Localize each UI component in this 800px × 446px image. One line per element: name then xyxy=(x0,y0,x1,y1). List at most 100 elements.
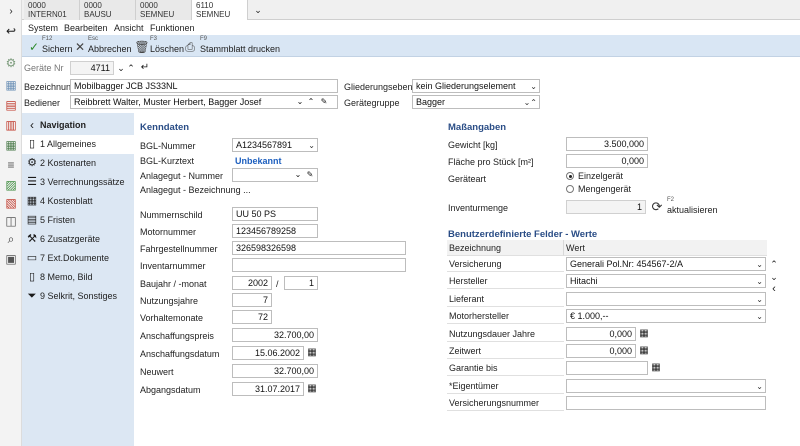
calculator-icon[interactable]: ▦ xyxy=(638,328,650,340)
chevron-right-icon[interactable]: › xyxy=(5,6,17,18)
list-icon[interactable]: ≡ xyxy=(4,158,18,172)
custom-field-value[interactable]: ⌄ xyxy=(566,379,766,393)
vorhaltemonate-field[interactable]: 72 xyxy=(232,310,272,324)
nav-item-verrechnungssaetze[interactable]: ☰ 3 Verrechnungssätze xyxy=(22,173,134,192)
return-icon[interactable]: ↵ xyxy=(139,62,151,74)
chevron-down-icon[interactable]: ⌄ xyxy=(116,62,126,74)
nav-item-kostenblatt[interactable]: ▦ 4 Kostenblatt xyxy=(22,192,134,211)
chevron-up-icon[interactable]: ⌃ xyxy=(768,258,780,270)
kenndaten-title: Kenndaten xyxy=(140,122,190,133)
back-arrow-icon[interactable]: ↩ xyxy=(4,24,18,38)
mengengeraet-radio[interactable] xyxy=(566,185,574,193)
chevron-up-icon[interactable]: ⌃ xyxy=(306,97,316,107)
einzelgeraet-radio[interactable] xyxy=(566,172,574,180)
custom-field-name: Versicherungsnummer xyxy=(447,395,564,411)
custom-field-value[interactable]: ⌄ xyxy=(566,292,766,306)
close-icon: ✕ xyxy=(74,40,86,54)
tab-semneu-6110[interactable]: 6110 SEMNEU xyxy=(192,0,248,20)
custom-field-name: Motorhersteller xyxy=(447,308,564,324)
column-header-bezeichnung[interactable]: Bezeichnung xyxy=(447,240,564,256)
network-icon[interactable]: ⚙ xyxy=(4,56,18,70)
delete-button[interactable]: 🗑 F3 Löschen xyxy=(134,36,184,56)
anlagegut-nummer-select[interactable]: ⌄ ✎ xyxy=(232,168,318,182)
pencil-icon: ✎ xyxy=(306,170,314,179)
abgangsdatum-field[interactable]: 31.07.2017 xyxy=(232,382,304,396)
tab-intern01[interactable]: 0000 INTERN01 xyxy=(24,0,80,20)
custom-field-value[interactable]: 0,000 xyxy=(566,344,636,358)
baujahr-field[interactable]: 2002 xyxy=(232,276,272,290)
gewicht-field[interactable]: 3.500,000 xyxy=(566,137,648,151)
geraetegruppe-select[interactable]: Bagger ⌄⌃ xyxy=(412,95,540,109)
nav-header[interactable]: ‹ Navigation xyxy=(22,116,134,135)
chevron-down-icon[interactable]: ⌄ xyxy=(768,271,780,283)
baumonat-field[interactable]: 1 xyxy=(284,276,318,290)
layers-icon[interactable]: ◫ xyxy=(4,214,18,228)
menu-system[interactable]: System xyxy=(28,23,58,33)
chart-red2-icon[interactable]: ▧ xyxy=(4,196,18,210)
custom-field-value[interactable] xyxy=(566,361,648,375)
menu-bearbeiten[interactable]: Bearbeiten xyxy=(64,23,108,33)
anschaffungspreis-field[interactable]: 32.700,00 xyxy=(232,328,318,342)
save-button[interactable]: ✓ F12 Sichern xyxy=(26,36,74,56)
nav-item-zusatzgeraete[interactable]: ⚒ 6 Zusatzgeräte xyxy=(22,230,134,249)
table-icon[interactable]: ▦ xyxy=(4,138,18,152)
chevron-up-icon[interactable]: ⌃ xyxy=(126,62,136,74)
refresh-button[interactable]: ⟳ F2 aktualisieren xyxy=(650,197,720,217)
print-icon[interactable]: ▣ xyxy=(4,252,18,266)
nav-item-fristen[interactable]: ▤ 5 Fristen xyxy=(22,211,134,230)
nav-item-memo-bild[interactable]: ▯ 8 Memo, Bild xyxy=(22,268,134,287)
bediener-field[interactable]: Reibbrett Walter, Muster Herbert, Bagger… xyxy=(70,95,338,109)
flaeche-field[interactable]: 0,000 xyxy=(566,154,648,168)
pencil-icon[interactable]: ✎ xyxy=(319,97,329,107)
nav-item-ext-dokumente[interactable]: ▭ 7 Ext.Dokumente xyxy=(22,249,134,268)
memo-icon: ▯ xyxy=(28,270,36,283)
baujahr-separator: / xyxy=(276,279,279,289)
custom-field-value[interactable]: Generali Pol.Nr: 454567-2/A ⌄ xyxy=(566,257,766,271)
gliederungsebene-select[interactable]: kein Gliederungselement ⌄ xyxy=(412,79,540,93)
geraeteart-label: Geräteart xyxy=(448,174,487,184)
menu-funktionen[interactable]: Funktionen xyxy=(150,23,195,33)
motornummer-field[interactable]: 123456789258 xyxy=(232,224,318,238)
bediener-label: Bediener xyxy=(24,98,61,108)
chart-green-icon[interactable]: ▨ xyxy=(4,178,18,192)
fahrgestellnummer-field[interactable]: 326598326598 xyxy=(232,241,406,255)
grid-icon[interactable]: ▦ xyxy=(4,78,18,92)
nutzungsjahre-field[interactable]: 7 xyxy=(232,293,272,307)
calendar-icon[interactable]: ▦ xyxy=(306,347,318,359)
bgl-nummer-select[interactable]: A1234567891 ⌄ xyxy=(232,138,318,152)
bezeichnung-field[interactable]: Mobilbagger JCB JS33NL xyxy=(70,79,338,93)
geraetegruppe-label: Gerätegruppe xyxy=(344,98,400,108)
printer-icon: ⎙ xyxy=(185,40,195,54)
neuwert-field[interactable]: 32.700,00 xyxy=(232,364,318,378)
custom-field-value[interactable] xyxy=(566,396,766,410)
tab-semneu[interactable]: 0000 SEMNEU xyxy=(136,0,192,20)
calendar-icon[interactable]: ▦ xyxy=(306,383,318,395)
cancel-button[interactable]: ✕ Esc Abbrechen xyxy=(72,36,132,56)
nummernschild-field[interactable]: UU 50 PS xyxy=(232,207,318,221)
calendar-icon[interactable]: ▦ xyxy=(650,362,662,374)
column-header-wert[interactable]: Wert xyxy=(564,240,767,256)
chevron-down-icon[interactable]: ⌄ xyxy=(295,97,305,107)
chevron-down-icon[interactable]: ⌄ xyxy=(252,4,264,16)
anschaffungsdatum-field[interactable]: 15.06.2002 xyxy=(232,346,304,360)
chevron-down-icon: ⌄ xyxy=(756,260,763,269)
search-icon[interactable]: ⌕ xyxy=(4,232,18,246)
print-button[interactable]: ⎙ F9 Stammblatt drucken xyxy=(182,36,282,56)
tab-bausu[interactable]: 0000 BAUSU xyxy=(80,0,136,20)
bgl-kurztext-value: Unbekannt xyxy=(235,156,282,166)
geraete-nr-field[interactable]: 4711 xyxy=(70,61,114,75)
document-icon[interactable]: ▤ xyxy=(4,98,18,112)
custom-field-value[interactable]: Hitachi ⌄ xyxy=(566,274,766,288)
nav-item-kostenarten[interactable]: ⚙ 2 Kostenarten xyxy=(22,154,134,173)
calculator-icon[interactable]: ▦ xyxy=(638,345,650,357)
chevron-left-icon[interactable]: ‹ xyxy=(768,283,780,295)
inventarnummer-field[interactable] xyxy=(232,258,406,272)
anschaffungspreis-label: Anschaffungspreis xyxy=(140,331,214,341)
custom-field-value[interactable]: € 1.000,-- ⌄ xyxy=(566,309,766,323)
mengengeraet-label: Mengengerät xyxy=(578,184,632,194)
custom-field-value[interactable]: 0,000 xyxy=(566,327,636,341)
menu-ansicht[interactable]: Ansicht xyxy=(114,23,144,33)
chart-red-icon[interactable]: ▥ xyxy=(4,118,18,132)
nav-item-selkrit[interactable]: ⏷ 9 Selkrit, Sonstiges xyxy=(22,287,134,306)
nav-item-allgemeines[interactable]: ▯ 1 Allgemeines xyxy=(22,135,134,154)
